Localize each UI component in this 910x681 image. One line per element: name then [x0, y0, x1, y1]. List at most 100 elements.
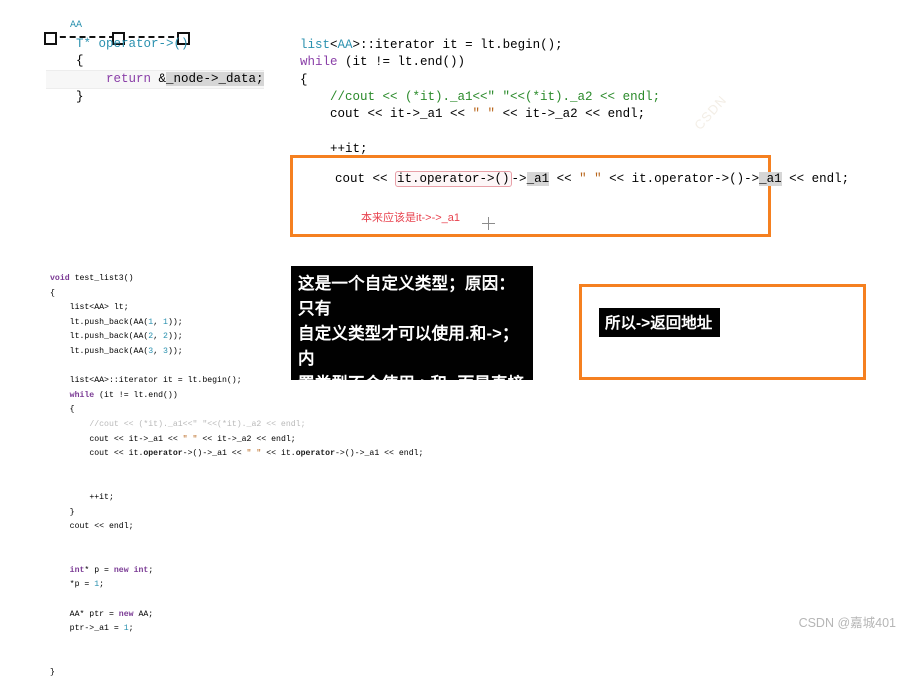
code-snippet-test-list3: void test_list3() { list<AA> lt; lt.push_… [50, 272, 423, 681]
code-token: , [153, 317, 164, 327]
code-token: operator [143, 449, 183, 459]
code-line: T* operator->() [46, 36, 264, 53]
callout-code-member-b: _a1 [759, 172, 782, 186]
code-line: lt.push_back(AA(1, 1)); [50, 316, 423, 331]
code-token: < [330, 38, 338, 52]
code-line: { [300, 72, 660, 89]
watermark-csdn-author: CSDN @嘉城401 [798, 616, 896, 630]
code-token: )); [167, 317, 183, 327]
code-token: ++it; [89, 492, 114, 502]
code-token: { [76, 54, 84, 68]
code-token: T* [76, 37, 99, 51]
code-token: ->()->_a1 << [182, 449, 247, 459]
code-line [50, 360, 423, 375]
code-token: , [153, 346, 164, 356]
code-token: } [76, 90, 84, 104]
code-token: AA; [133, 609, 154, 619]
code-token: { [300, 72, 308, 87]
code-token: lt.push_back(AA( [69, 346, 149, 356]
code-line [50, 476, 423, 491]
selection-type-label: AA [70, 20, 83, 31]
callout-code-after-c: << endl; [781, 172, 850, 186]
code-line [50, 535, 423, 550]
code-token: return [106, 72, 159, 86]
code-token: operator [295, 449, 336, 459]
code-token: , [153, 332, 164, 342]
code-line: //cout << (*it)._a1<<" "<<(*it)._a2 << e… [300, 89, 660, 106]
code-token: " " [472, 107, 496, 122]
code-line: AA* ptr = new AA; [50, 608, 423, 623]
code-token: test_list3() [69, 274, 134, 283]
code-line [50, 593, 423, 608]
code-token: new [118, 609, 134, 619]
code-line: void test_list3() [50, 272, 423, 287]
code-token: " " [182, 434, 198, 444]
code-token: AA* ptr = [69, 609, 119, 619]
code-token: cout << endl; [69, 522, 134, 532]
code-line: ptr->_a1 = 1; [50, 622, 423, 637]
code-token: } [69, 507, 75, 517]
code-token: & [158, 72, 167, 86]
code-token: ; [99, 580, 105, 590]
code-line: //cout << (*it)._a1<<" "<<(*it)._a2 << e… [50, 418, 423, 433]
code-token: << it. [261, 449, 296, 459]
code-line: { [50, 403, 423, 418]
highlighted-operator-call[interactable]: it.operator->() [395, 171, 512, 187]
code-token: cout << it->_a1 << [89, 434, 183, 444]
callout-red-note: 本来应该是it->->_a1 [361, 212, 461, 224]
code-line: { [46, 53, 264, 70]
code-line [50, 651, 423, 666]
callout-box-operator-chain: cout << it.operator->() ->_a1 << " " << i… [290, 155, 849, 237]
code-token: ++it; [330, 141, 368, 156]
code-line [50, 462, 423, 477]
watermark-diagonal: CSDN [691, 92, 730, 133]
code-line: ++it; [50, 491, 423, 506]
code-token: //cout << (*it)._a1<<" "<<(*it)._a2 << e… [89, 419, 306, 429]
code-token: void [50, 274, 70, 283]
callout-code-mid-a: -> [511, 172, 527, 186]
code-token: int [133, 565, 149, 575]
code-line: lt.push_back(AA(2, 2)); [50, 330, 423, 345]
code-token: " " [246, 449, 262, 459]
code-line: list<AA> lt; [50, 301, 423, 316]
callout-code-member-a: _a1 [526, 172, 550, 186]
code-token: ; [148, 565, 154, 575]
code-line [300, 123, 660, 140]
code-token: * p = [84, 565, 114, 575]
code-line: lt.push_back(AA(3, 3)); [50, 345, 423, 360]
code-line: cout << it->_a1 << " " << it->_a2 << end… [300, 106, 660, 123]
callout-string-literal: " " [579, 172, 602, 186]
callout-code-before: cout << [335, 172, 396, 186]
code-token: operator->() [98, 37, 189, 51]
code-token: << it->_a2 << endl; [495, 107, 646, 122]
code-token: )); [167, 332, 183, 342]
code-line [50, 549, 423, 564]
code-token: (it != lt.end()) [94, 390, 178, 400]
callout-code-mid-c: << [549, 172, 580, 186]
code-line: list<AA>::iterator it = lt.begin(); [300, 37, 660, 54]
code-token: (it != lt.end()) [337, 55, 466, 70]
crosshair-cursor-icon [482, 217, 495, 230]
code-token: lt.push_back(AA( [69, 317, 149, 327]
code-token: int [69, 565, 85, 575]
callout-box-return-address: 所以->返回地址 [579, 284, 866, 380]
code-line [50, 637, 423, 652]
